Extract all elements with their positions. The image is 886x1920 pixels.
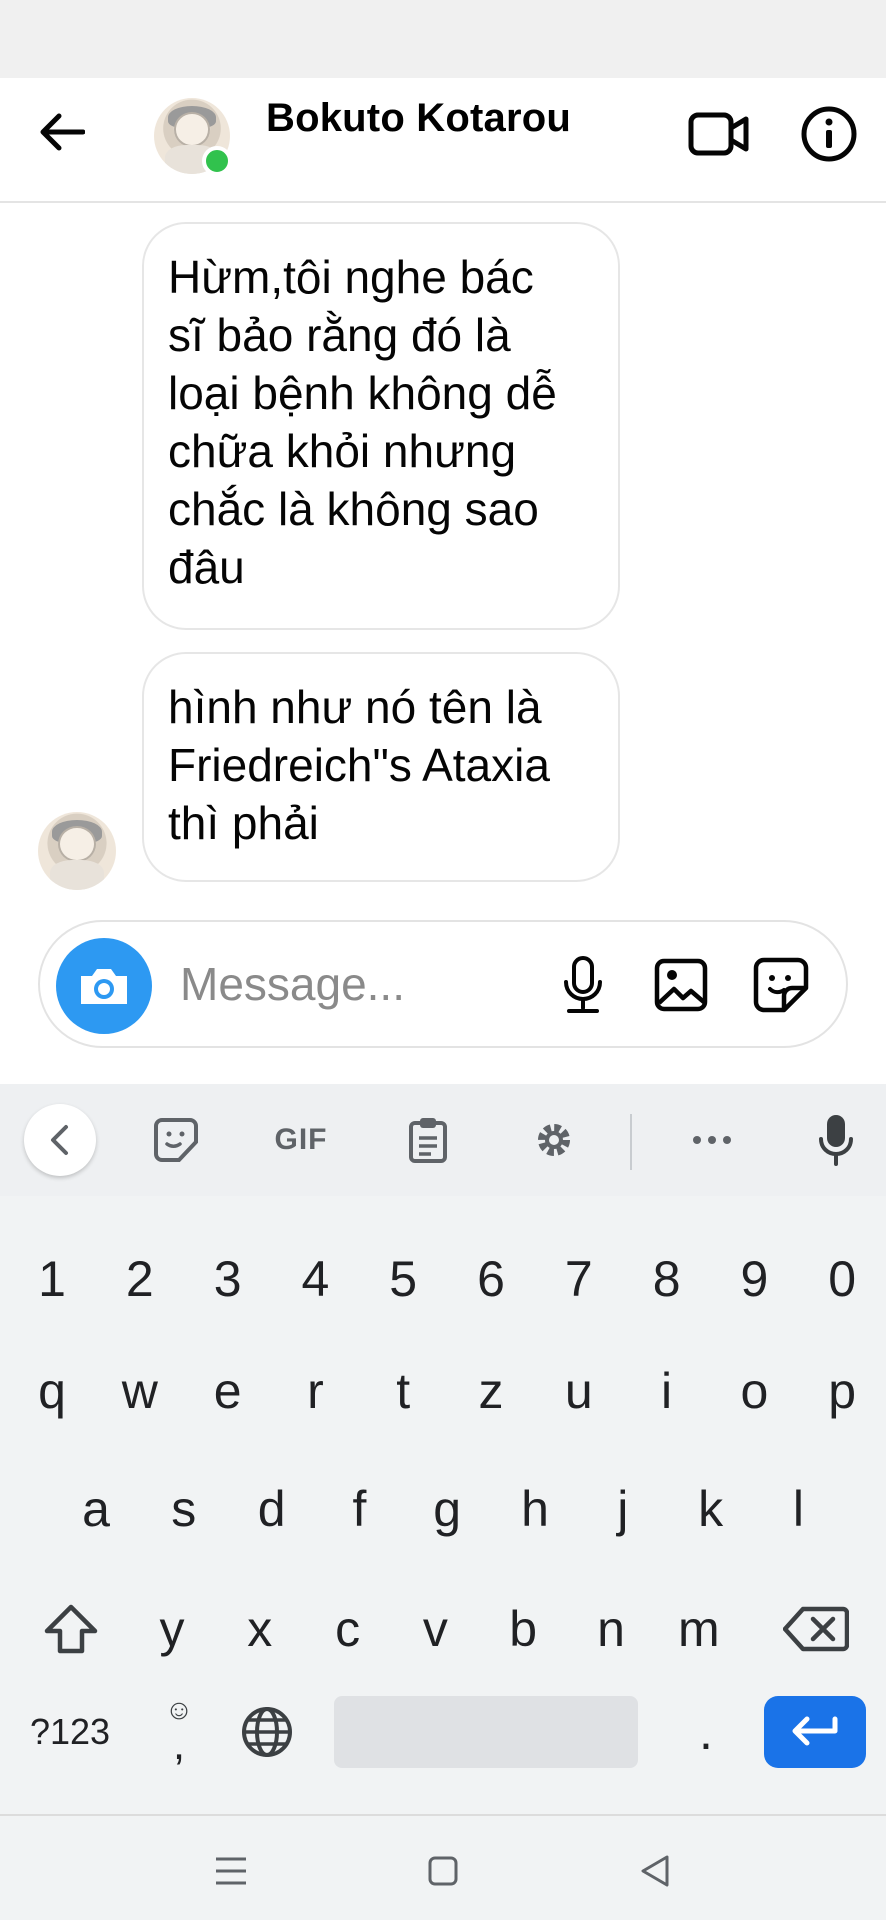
status-bar [0, 0, 886, 78]
video-call-icon [688, 112, 749, 156]
message-sender-avatar [38, 812, 116, 890]
key-g[interactable]: g [411, 1464, 483, 1554]
globe-icon [242, 1707, 292, 1757]
gif-button[interactable]: GIF [266, 1108, 336, 1172]
message-composer [38, 920, 848, 1048]
sticker-icon [753, 957, 809, 1013]
keyboard-settings-button[interactable] [526, 1108, 582, 1172]
home-icon [428, 1856, 458, 1886]
gif-icon: GIF [274, 1123, 328, 1156]
enter-key[interactable] [764, 1696, 866, 1768]
key-k[interactable]: k [675, 1464, 747, 1554]
key-b[interactable]: b [487, 1584, 559, 1674]
space-key[interactable] [334, 1696, 638, 1768]
key-e[interactable]: e [192, 1346, 264, 1436]
key-p[interactable]: p [806, 1346, 878, 1436]
key-o[interactable]: o [718, 1346, 790, 1436]
home-button[interactable] [418, 1846, 468, 1896]
key-j[interactable]: j [587, 1464, 659, 1554]
voice-input-icon [819, 1115, 853, 1166]
more-dots-icon [693, 1136, 731, 1144]
shift-icon [44, 1604, 98, 1654]
sticker-icon [154, 1118, 198, 1162]
microphone-icon [564, 956, 602, 1013]
key-w[interactable]: w [104, 1346, 176, 1436]
camera-button[interactable] [56, 938, 152, 1034]
shift-key[interactable] [36, 1584, 106, 1674]
image-icon [654, 958, 708, 1012]
keyboard-collapse-button[interactable] [24, 1104, 96, 1176]
video-call-button[interactable] [684, 102, 754, 166]
online-status-indicator [202, 146, 232, 176]
key-4[interactable]: 4 [279, 1234, 351, 1324]
key-a[interactable]: a [60, 1464, 132, 1554]
back-button[interactable] [30, 100, 94, 164]
chat-header: Bokuto Kotarou [0, 78, 886, 203]
chevron-left-icon [51, 1125, 68, 1155]
sticker-button[interactable] [746, 950, 816, 1020]
gallery-button[interactable] [646, 950, 716, 1020]
comma-key[interactable]: ☺ , [148, 1680, 210, 1780]
voice-typing-button[interactable] [808, 1108, 864, 1172]
key-z[interactable]: z [455, 1346, 527, 1436]
system-navigation-bar [0, 1814, 886, 1920]
clipboard-button[interactable] [400, 1108, 456, 1172]
key-9[interactable]: 9 [718, 1234, 790, 1324]
key-7[interactable]: 7 [543, 1234, 615, 1324]
key-3[interactable]: 3 [192, 1234, 264, 1324]
key-m[interactable]: m [663, 1584, 735, 1674]
contact-name[interactable]: Bokuto Kotarou [266, 96, 571, 141]
key-f[interactable]: f [323, 1464, 395, 1554]
back-nav-button[interactable] [630, 1846, 680, 1896]
key-h[interactable]: h [499, 1464, 571, 1554]
message-bubble[interactable]: hình như nó tên là Friedreich"s Ataxia t… [142, 652, 620, 882]
keyboard-toolbar: GIF [0, 1084, 886, 1196]
key-q[interactable]: q [16, 1346, 88, 1436]
keyboard-sticker-button[interactable] [148, 1108, 204, 1172]
message-bubble[interactable]: Hừm,tôi nghe bác sĩ bảo rằng đó là loại … [142, 222, 620, 630]
key-c[interactable]: c [312, 1584, 384, 1674]
back-nav-icon [641, 1855, 669, 1887]
key-r[interactable]: r [279, 1346, 351, 1436]
key-t[interactable]: t [367, 1346, 439, 1436]
key-i[interactable]: i [631, 1346, 703, 1436]
recent-apps-icon [216, 1857, 246, 1885]
clipboard-icon [409, 1118, 447, 1163]
info-icon [801, 106, 857, 162]
language-key[interactable] [234, 1690, 300, 1774]
key-2[interactable]: 2 [104, 1234, 176, 1324]
key-l[interactable]: l [762, 1464, 834, 1554]
enter-icon [792, 1716, 838, 1746]
backspace-key[interactable] [776, 1584, 856, 1674]
back-arrow-icon [40, 113, 85, 151]
info-button[interactable] [794, 102, 864, 166]
camera-icon [81, 969, 127, 1004]
key-n[interactable]: n [575, 1584, 647, 1674]
key-6[interactable]: 6 [455, 1234, 527, 1324]
on-screen-keyboard: GIF 1234567890 qwertzuiop asdfghjkl yxcvbnm… [0, 1084, 886, 1814]
toolbar-divider [630, 1114, 632, 1170]
key-x[interactable]: x [224, 1584, 296, 1674]
key-u[interactable]: u [543, 1346, 615, 1436]
voice-message-button[interactable] [548, 950, 618, 1020]
key-1[interactable]: 1 [16, 1234, 88, 1324]
more-options-button[interactable] [684, 1108, 740, 1172]
key-v[interactable]: v [399, 1584, 471, 1674]
key-8[interactable]: 8 [631, 1234, 703, 1324]
message-input[interactable] [180, 952, 560, 1016]
key-y[interactable]: y [136, 1584, 208, 1674]
key-s[interactable]: s [148, 1464, 220, 1554]
comma-label: , [172, 1720, 186, 1769]
symbols-key[interactable]: ?123 [18, 1690, 122, 1774]
recent-apps-button[interactable] [206, 1846, 256, 1896]
key-5[interactable]: 5 [367, 1234, 439, 1324]
key-0[interactable]: 0 [806, 1234, 878, 1324]
settings-gear-icon [538, 1124, 570, 1156]
period-key[interactable]: . [674, 1690, 738, 1774]
backspace-icon [783, 1606, 849, 1652]
key-d[interactable]: d [236, 1464, 308, 1554]
